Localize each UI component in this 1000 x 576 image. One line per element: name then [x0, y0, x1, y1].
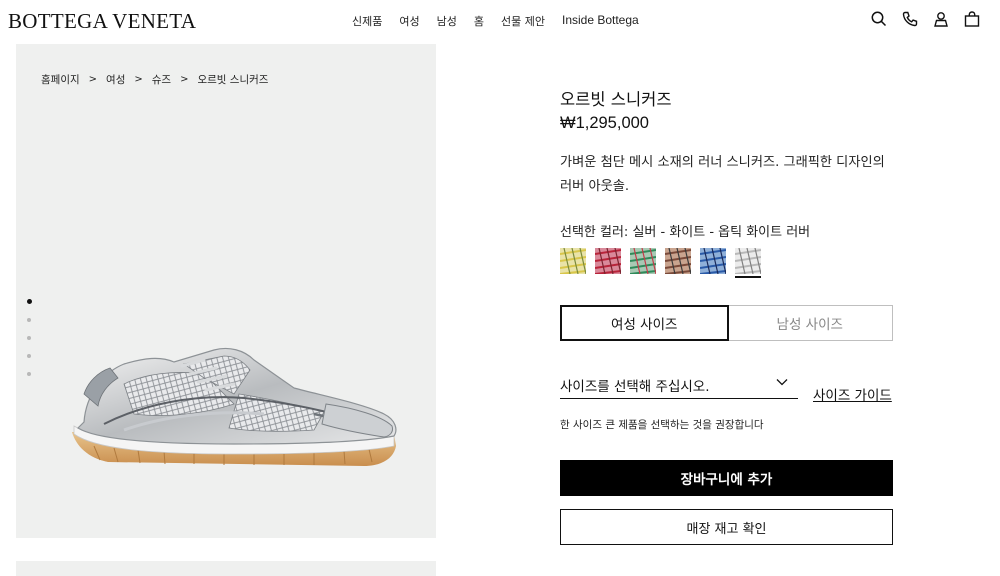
phone-icon[interactable]: [901, 10, 919, 28]
size-guide-link[interactable]: 사이즈 가이드: [813, 384, 892, 404]
gallery-dot[interactable]: [27, 372, 31, 376]
gallery-dot[interactable]: [27, 318, 31, 322]
gallery-dot[interactable]: [27, 299, 32, 304]
size-select[interactable]: 사이즈를 선택해 주십시오.: [560, 372, 798, 399]
nav-item-inside-bottega[interactable]: Inside Bottega: [562, 13, 639, 29]
product-image-sneaker: [72, 347, 397, 466]
gallery-dot[interactable]: [27, 336, 31, 340]
breadcrumb-item-home[interactable]: 홈페이지: [41, 72, 80, 87]
nav-item-gifts[interactable]: 선물 제안: [501, 13, 545, 29]
store-stock-button[interactable]: 매장 재고 확인: [560, 509, 893, 545]
nav-item-women[interactable]: 여성: [399, 13, 419, 29]
shopping-bag-icon[interactable]: [963, 10, 981, 28]
gallery-pagination: [27, 299, 33, 390]
color-swatch-silver-white[interactable]: [734, 247, 762, 278]
add-to-cart-button[interactable]: 장바구니에 추가: [560, 460, 893, 496]
header-icons: [870, 10, 981, 28]
chevron-down-icon: [776, 375, 788, 389]
breadcrumb-item-women[interactable]: 여성: [106, 72, 125, 87]
product-image-panel-next: [16, 561, 436, 576]
site-header: BOTTEGA VENETA 신제품 여성 남성 홈 선물 제안 Inside …: [0, 0, 1000, 44]
main-nav: 신제품 여성 남성 홈 선물 제안 Inside Bottega: [352, 13, 639, 29]
selected-color-label: 선택한 컬러: 실버 - 화이트 - 옵틱 화이트 러버: [560, 225, 811, 240]
color-swatch-blue-multi[interactable]: [699, 247, 727, 275]
brand-logo[interactable]: BOTTEGA VENETA: [8, 9, 196, 34]
size-recommendation: 한 사이즈 큰 제품을 선택하는 것을 권장합니다: [560, 419, 764, 431]
breadcrumb-separator: >: [180, 74, 189, 85]
color-swatches: [559, 247, 762, 278]
nav-item-men[interactable]: 남성: [437, 13, 457, 29]
tab-women-sizes[interactable]: 여성 사이즈: [560, 305, 729, 341]
size-select-placeholder: 사이즈를 선택해 주십시오.: [560, 379, 710, 395]
breadcrumb: 홈페이지 > 여성 > 슈즈 > 오르빗 스니커즈: [41, 72, 268, 87]
product-price: ₩1,295,000: [560, 114, 649, 132]
search-icon[interactable]: [870, 10, 888, 28]
breadcrumb-item-shoes[interactable]: 슈즈: [152, 72, 171, 87]
color-swatch-brown-multi[interactable]: [664, 247, 692, 275]
product-title: 오르빗 스니커즈: [560, 90, 672, 109]
nav-item-home[interactable]: 홈: [474, 13, 484, 29]
breadcrumb-item-current[interactable]: 오르빗 스니커즈: [197, 72, 268, 87]
color-swatch-green-multi[interactable]: [629, 247, 657, 275]
color-swatch-yellow-multi[interactable]: [559, 247, 587, 275]
gallery-dot[interactable]: [27, 354, 31, 358]
size-tabs: 여성 사이즈 남성 사이즈: [560, 305, 893, 341]
color-swatch-red-multi[interactable]: [594, 247, 622, 275]
account-icon[interactable]: [932, 10, 950, 28]
product-image-panel: 홈페이지 > 여성 > 슈즈 > 오르빗 스니커즈: [16, 44, 436, 538]
breadcrumb-separator: >: [88, 74, 98, 85]
tab-men-sizes[interactable]: 남성 사이즈: [728, 306, 893, 340]
breadcrumb-separator: >: [134, 74, 143, 85]
product-description: 가벼운 첨단 메시 소재의 러너 스니커즈. 그래픽한 디자인의 러버 아웃솔.: [560, 155, 885, 194]
nav-item-new[interactable]: 신제품: [352, 13, 382, 29]
